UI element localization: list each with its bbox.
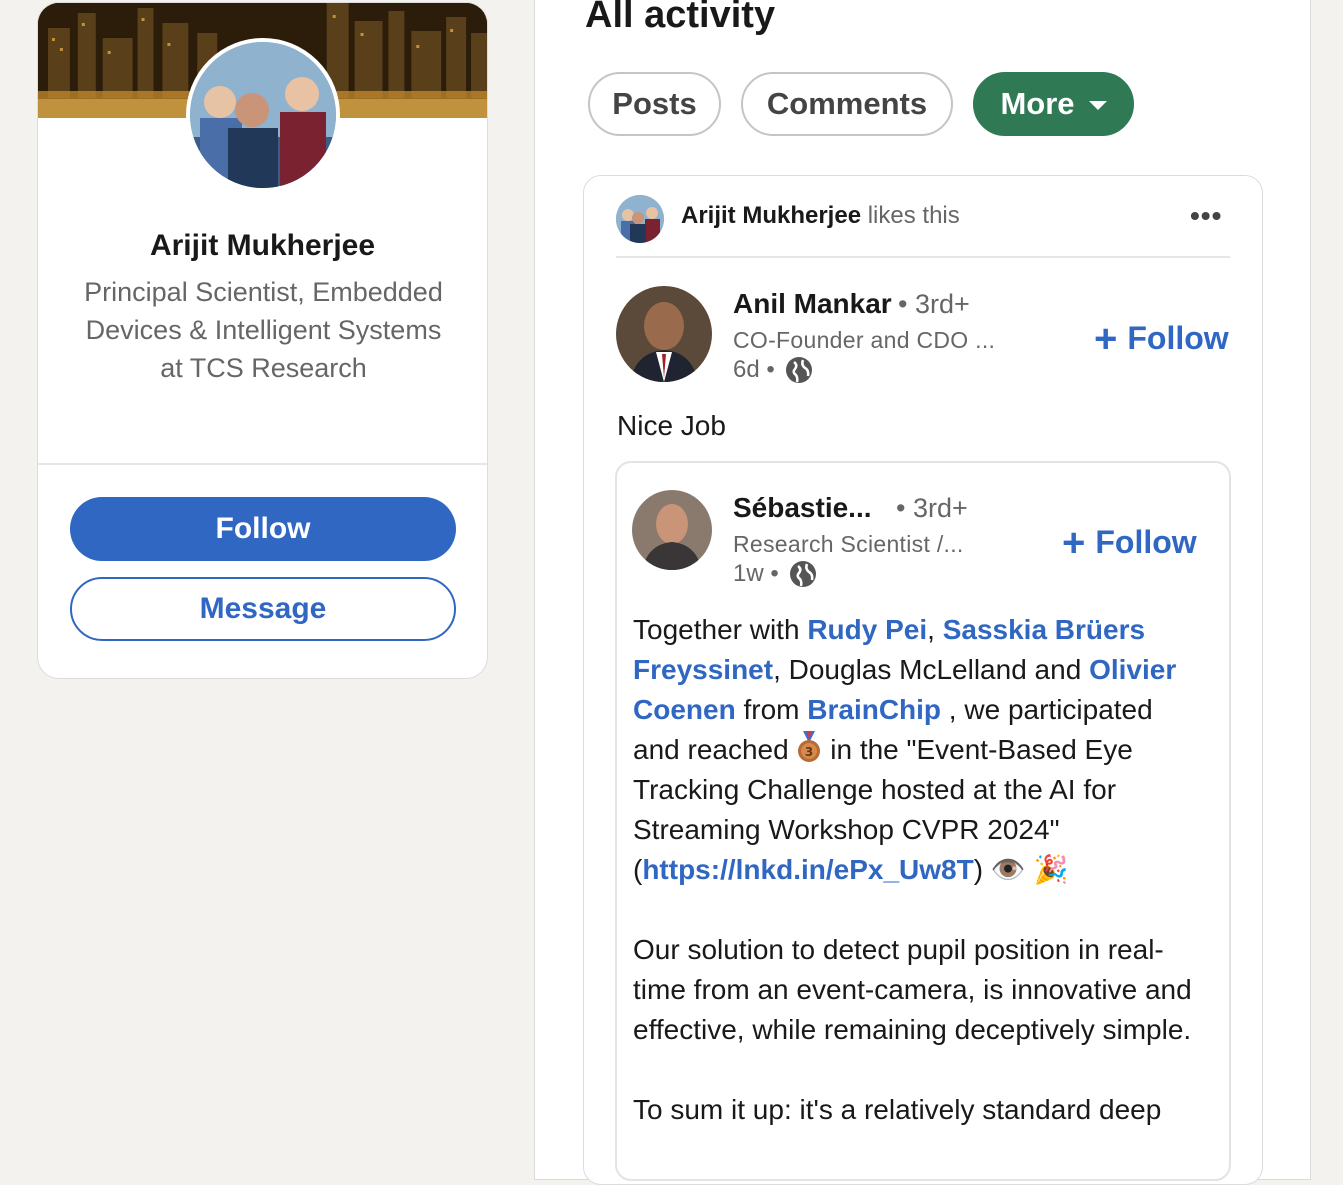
globe-icon [789,561,816,587]
like-action-text: likes this [867,202,960,229]
body-text: , [927,614,943,645]
external-link[interactable]: https://lnkd.in/ePx_Uw8T [642,854,973,885]
svg-text:3: 3 [805,745,813,759]
profile-name[interactable]: Arijit Mukherjee [38,229,487,263]
follow-button[interactable]: Follow [70,497,456,561]
divider [616,256,1230,258]
profile-avatar[interactable] [186,38,340,192]
plus-icon: + [1062,520,1086,565]
post-time-text: 6d • [733,356,775,383]
profile-headline: Principal Scientist, Embedded Devices & … [84,277,443,383]
third-place-medal-icon: 3 [798,731,821,762]
follow-shared-author-button[interactable]: + Follow [1062,520,1197,565]
caret-down-icon [1088,100,1107,110]
globe-icon [785,357,812,383]
follow-author-button[interactable]: + Follow [1094,316,1229,361]
shared-author-subtitle: Research Scientist /... [733,531,964,557]
liker-name[interactable]: Arijit Mukherjee [681,202,861,229]
post-time: 6d • [733,356,813,384]
body-text: , Douglas McLelland and [773,654,1090,685]
profile-card: Arijit Mukherjee Principal Scientist, Em… [37,2,488,679]
comment-text: Nice Job [617,410,726,441]
shared-post-paragraph: To sum it up: it's a relatively standard… [633,1094,1162,1125]
more-options-icon[interactable]: ••• [1190,200,1222,232]
shared-author-name[interactable]: Sébastie... [733,492,872,524]
filter-more-label: More [1000,86,1075,121]
shared-connection-degree: • 3rd+ [896,493,968,523]
body-text: from [735,694,808,725]
company-link[interactable]: BrainChip [807,694,941,725]
like-attribution: Arijit Mukherjee likes this [681,202,960,230]
plus-icon: + [1094,316,1118,361]
shared-post-paragraph: Together with Rudy Pei, Sasskia Brüers F… [633,610,1203,890]
shared-author-avatar[interactable] [632,490,712,570]
mention-link[interactable]: Rudy Pei [807,614,927,645]
connection-degree: • 3rd+ [898,289,970,319]
follow-label: Follow [1127,320,1229,356]
author-subtitle: CO-Founder and CDO ... [733,327,996,353]
filter-more-dropdown[interactable]: More [973,72,1134,136]
activity-title: All activity [585,0,776,36]
message-button[interactable]: Message [70,577,456,641]
follow-label: Follow [1095,524,1197,560]
shared-post-time: 1w • [733,560,817,588]
shared-post-body: Together with Rudy Pei, Sasskia Brüers F… [633,610,1203,1170]
shared-post-time-text: 1w • [733,560,779,587]
filter-comments-button[interactable]: Comments [741,72,953,136]
body-text: Together with [633,614,808,645]
filter-posts-button[interactable]: Posts [588,72,721,136]
liker-avatar[interactable] [616,195,664,243]
author-name[interactable]: Anil Mankar [733,288,892,320]
shared-post-paragraph: Our solution to detect pupil position in… [633,934,1192,1045]
divider [38,463,487,465]
author-avatar[interactable] [616,286,712,382]
body-text: ) 👁️ 🎉 [973,854,1069,885]
